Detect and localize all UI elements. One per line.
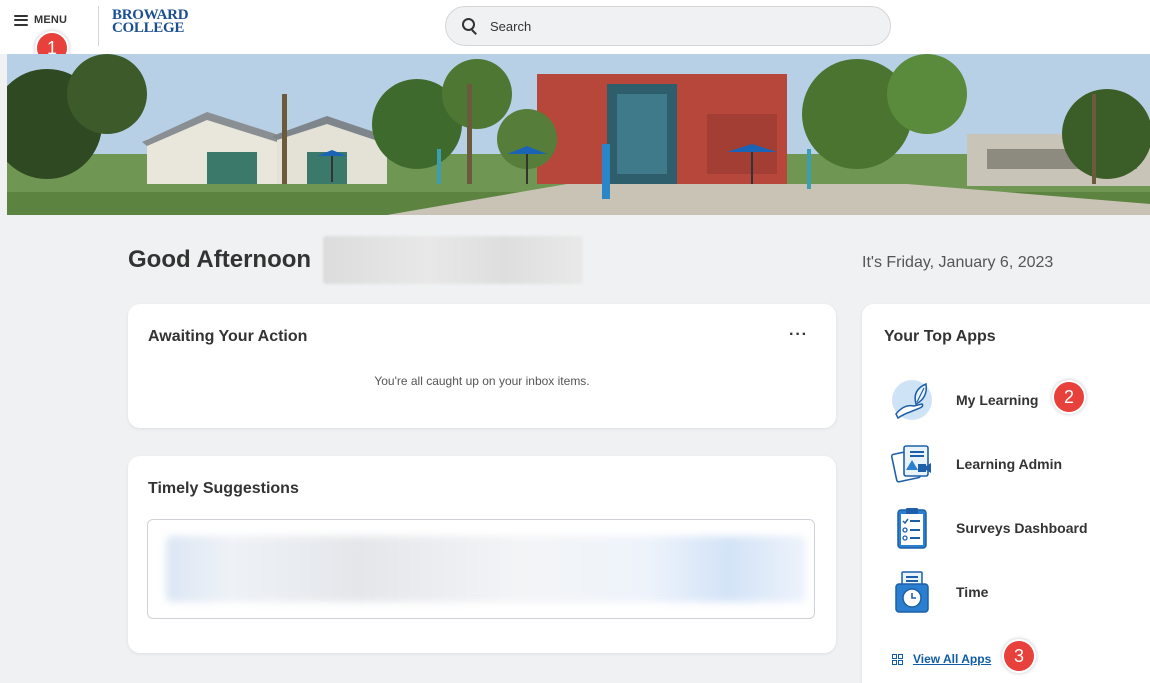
search-icon [462, 18, 478, 34]
suggestion-item[interactable] [147, 519, 815, 619]
top-apps-card: Your Top Apps My Learning Learning Admin… [862, 304, 1150, 683]
top-apps-title: Your Top Apps [884, 328, 996, 345]
view-all-apps-label: View All Apps [913, 652, 992, 666]
app-label: Time [956, 584, 989, 600]
grid-icon [892, 653, 903, 665]
hamburger-icon [14, 14, 28, 26]
more-options-button[interactable]: ··· [789, 326, 808, 344]
app-label: Learning Admin [956, 456, 1063, 472]
logo-line-2: COLLEGE [112, 20, 185, 36]
app-time[interactable]: Time [890, 570, 988, 614]
inbox-empty-message: You're all caught up on your inbox items… [374, 374, 590, 388]
annotation-badge-3: 3 [1004, 641, 1034, 671]
search-bar[interactable] [445, 6, 891, 46]
awaiting-action-title: Awaiting Your Action [148, 328, 308, 345]
top-header: MENU BROWARD COLLEGE [0, 0, 1150, 54]
redacted-user-name [323, 236, 583, 284]
date-text: It's Friday, January 6, 2023 [862, 254, 1054, 271]
annotation-badge-2: 2 [1054, 382, 1084, 412]
greeting-text: Good Afternoon [128, 246, 312, 273]
time-clock-icon [890, 570, 934, 614]
timely-suggestions-card: Timely Suggestions [128, 456, 836, 653]
learning-hand-leaf-icon [890, 378, 934, 422]
app-my-learning[interactable]: My Learning [890, 378, 1038, 422]
timely-suggestions-title: Timely Suggestions [148, 480, 299, 497]
clipboard-checklist-icon [890, 506, 934, 550]
menu-button[interactable]: MENU [14, 14, 67, 26]
view-all-apps-link[interactable]: View All Apps [892, 652, 991, 666]
awaiting-action-card: Awaiting Your Action ··· You're all caug… [128, 304, 836, 428]
redacted-suggestion-content [166, 536, 806, 602]
header-divider [98, 6, 99, 46]
app-label: Surveys Dashboard [956, 520, 1088, 536]
menu-label: MENU [34, 14, 68, 26]
app-learning-admin[interactable]: Learning Admin [890, 442, 1062, 486]
campus-banner-image [7, 54, 1150, 215]
learning-admin-document-icon [890, 442, 934, 486]
broward-college-logo[interactable]: BROWARD COLLEGE [112, 8, 189, 36]
app-surveys-dashboard[interactable]: Surveys Dashboard [890, 506, 1088, 550]
search-input[interactable] [488, 17, 872, 35]
app-label: My Learning [956, 392, 1039, 408]
